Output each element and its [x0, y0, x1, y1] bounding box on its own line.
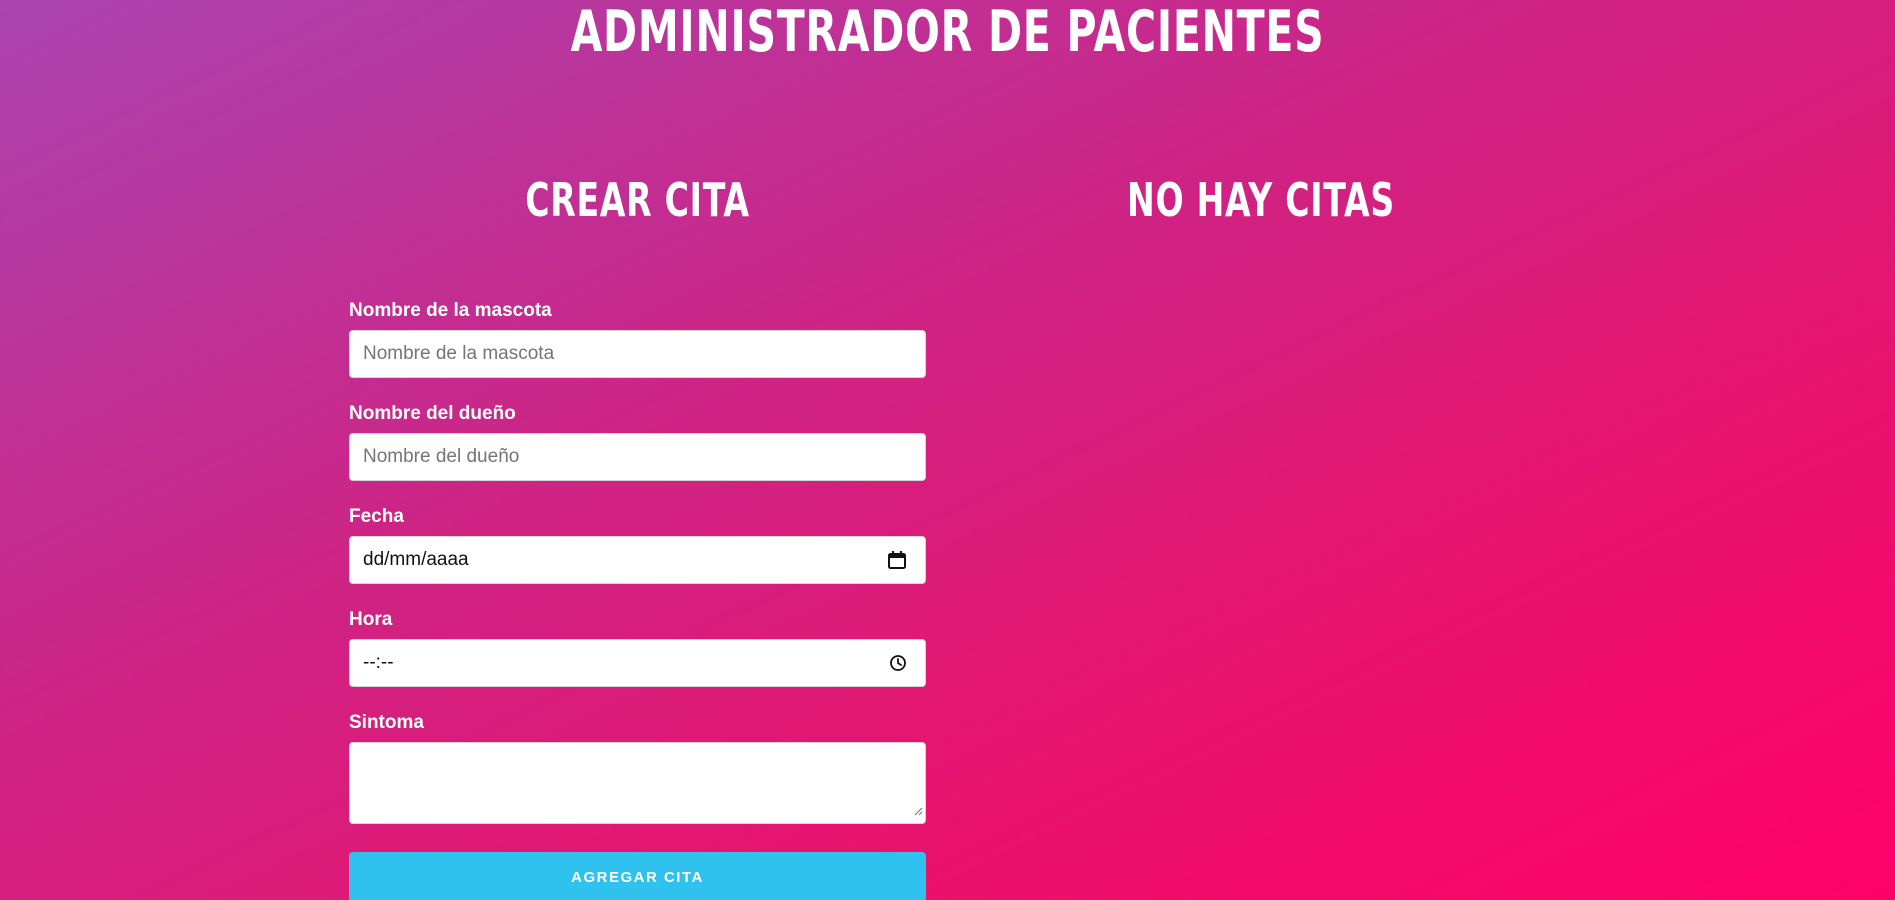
appointments-title: NO HAY CITAS: [1127, 173, 1395, 227]
symptom-label: Sintoma: [349, 712, 424, 733]
pet-name-input[interactable]: Nombre de la mascota: [349, 330, 926, 378]
owner-name-placeholder: Nombre del dueño: [363, 446, 520, 467]
symptom-textarea[interactable]: [349, 742, 926, 824]
pet-name-placeholder: Nombre de la mascota: [363, 343, 555, 364]
add-appointment-button[interactable]: AGREGAR CITA: [349, 852, 926, 900]
clock-icon[interactable]: [889, 654, 907, 672]
date-label: Fecha: [349, 506, 404, 527]
appointment-form: Nombre de la mascota Nombre de la mascot…: [349, 296, 926, 900]
resize-grip-icon[interactable]: [913, 803, 923, 821]
time-input[interactable]: --:--: [349, 639, 926, 687]
date-placeholder: dd/mm/aaaa: [363, 549, 469, 570]
time-label: Hora: [349, 609, 393, 630]
owner-name-label: Nombre del dueño: [349, 403, 516, 424]
page-title: ADMINISTRADOR DE PACIENTES: [570, 0, 1325, 65]
calendar-icon[interactable]: [887, 550, 907, 570]
pet-name-label: Nombre de la mascota: [349, 300, 552, 321]
owner-name-input[interactable]: Nombre del dueño: [349, 433, 926, 481]
time-placeholder: --:--: [363, 652, 394, 673]
date-input[interactable]: dd/mm/aaaa: [349, 536, 926, 584]
form-title: CREAR CITA: [525, 173, 750, 227]
